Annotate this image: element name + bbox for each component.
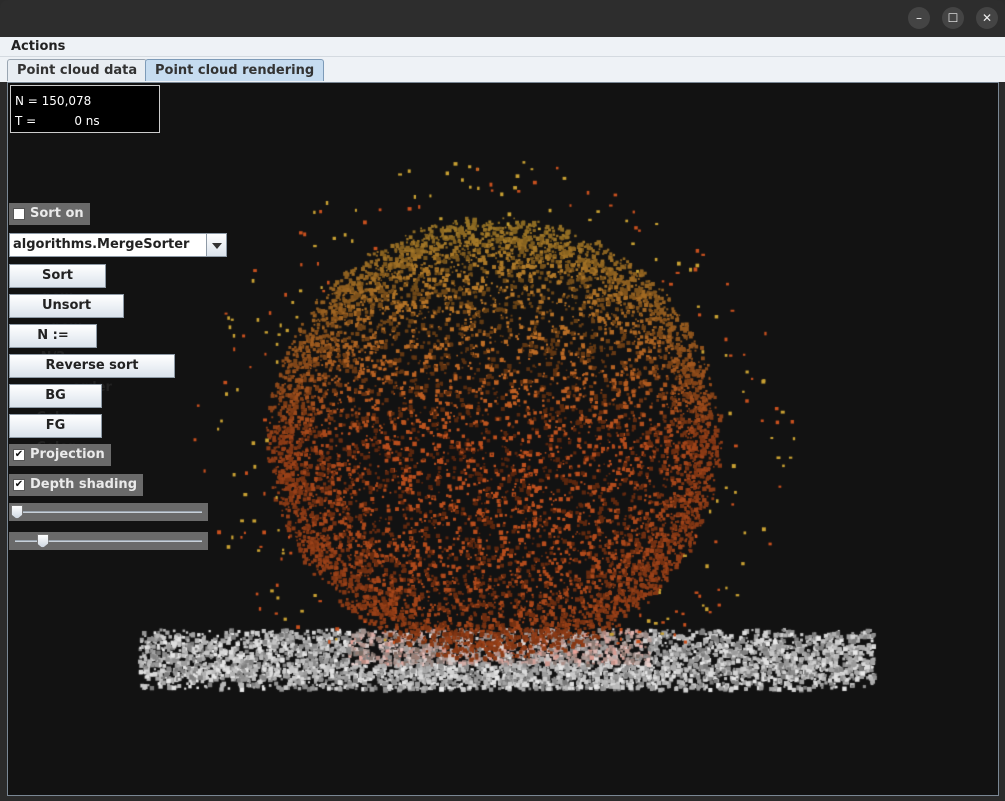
minimize-icon[interactable]: –	[908, 7, 930, 29]
sort-now-button[interactable]: Sort now	[9, 264, 106, 305]
tab-point-cloud-data[interactable]: Point cloud data	[7, 59, 148, 81]
menu-actions[interactable]: Actions	[11, 39, 65, 54]
sorter-select-value: algorithms.MergeSorter	[13, 237, 190, 252]
sorter-select[interactable]: algorithms.MergeSorter	[9, 233, 227, 257]
slider-1-thumb[interactable]	[11, 505, 23, 519]
depth-shading-checkbox[interactable]: ✔ Depth shading	[9, 474, 143, 496]
render-viewport[interactable]: N = 150,078 T = 0 ns Sort on algorithms.…	[7, 82, 999, 796]
window-titlebar: – ☐ ✕	[0, 0, 1005, 37]
depth-shading-label: Depth shading	[30, 477, 137, 492]
bg-color-button[interactable]: BG Color	[9, 384, 102, 425]
sort-time-label: T = 0 ns	[15, 114, 100, 128]
projection-checkbox[interactable]: ✔ Projection	[9, 444, 111, 466]
sort-on-box[interactable]	[13, 208, 25, 220]
point-count-label: N = 150,078	[15, 94, 92, 108]
depth-shading-box[interactable]: ✔	[13, 479, 25, 491]
stats-panel: N = 150,078 T = 0 ns	[10, 85, 160, 133]
menu-bar: Actions	[0, 37, 1005, 57]
maximize-icon[interactable]: ☐	[942, 7, 964, 29]
slider-2-thumb[interactable]	[36, 534, 49, 548]
reverse-sort-order-button[interactable]: Reverse sort order	[9, 354, 175, 395]
fg-color-button[interactable]: FG Color	[9, 414, 102, 455]
point-cloud-canvas[interactable]	[8, 83, 998, 795]
projection-label: Projection	[30, 447, 105, 462]
tab-strip: Point cloud data Point cloud rendering	[0, 57, 1005, 82]
halve-n-button[interactable]: N := N/2	[9, 324, 97, 365]
slider-1-track[interactable]	[15, 511, 202, 513]
unsort-now-button[interactable]: Unsort now	[9, 294, 124, 335]
chevron-down-icon[interactable]	[206, 234, 226, 256]
slider-2[interactable]	[9, 532, 208, 550]
projection-box[interactable]: ✔	[13, 449, 25, 461]
tab-point-cloud-rendering[interactable]: Point cloud rendering	[145, 59, 325, 81]
sort-on-label: Sort on	[30, 206, 84, 221]
slider-1[interactable]	[9, 503, 208, 521]
sort-on-checkbox[interactable]: Sort on	[9, 203, 90, 225]
close-icon[interactable]: ✕	[976, 7, 998, 29]
